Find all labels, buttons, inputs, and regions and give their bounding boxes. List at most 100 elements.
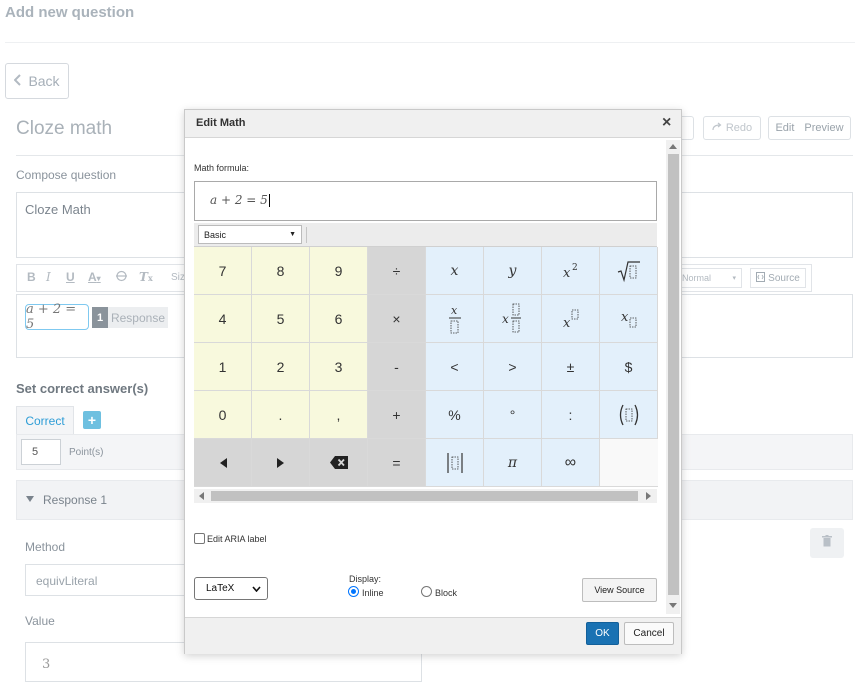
chevron-down-icon <box>252 585 261 592</box>
key-9[interactable]: 9 <box>310 247 368 295</box>
chevron-left-icon <box>14 73 22 89</box>
display-inline-radio[interactable] <box>348 586 359 597</box>
math-formula-label: Math formula: <box>194 163 250 173</box>
format-select-value: LaTeX <box>206 583 235 594</box>
exponent-box-icon[interactable]: x <box>542 295 600 343</box>
key-dot[interactable]: . <box>252 391 310 439</box>
palette-empty-cell <box>600 439 658 487</box>
dialog-vertical-scroll-thumb[interactable] <box>668 154 679 595</box>
page-title: Add new question <box>5 4 135 21</box>
key-y[interactable]: y <box>484 247 542 295</box>
subscript-icon[interactable]: x <box>600 295 658 343</box>
chevron-down-icon: ▼ <box>289 231 296 238</box>
svg-text:x: x <box>502 312 509 326</box>
delete-response-button[interactable] <box>810 528 844 558</box>
ok-button[interactable]: OK <box>586 622 619 645</box>
key-plus[interactable]: + <box>368 391 426 439</box>
tab-correct[interactable]: Correct <box>16 406 74 434</box>
key-equals[interactable]: = <box>368 439 426 487</box>
key-2[interactable]: 2 <box>252 343 310 391</box>
key-plus-minus[interactable]: ± <box>542 343 600 391</box>
svg-text:x: x <box>563 266 571 280</box>
display-block-radio[interactable] <box>421 586 432 597</box>
key-greater-than[interactable]: > <box>484 343 542 391</box>
scroll-left-icon[interactable] <box>199 492 204 500</box>
key-0[interactable]: 0 <box>194 391 252 439</box>
abs-icon[interactable] <box>426 439 484 487</box>
aria-label-checkbox[interactable] <box>194 533 205 544</box>
key-5[interactable]: 5 <box>252 295 310 343</box>
key-8[interactable]: 8 <box>252 247 310 295</box>
key-percent[interactable]: % <box>426 391 484 439</box>
edit-preview-toggle: Edit Preview <box>768 116 851 140</box>
response-box[interactable]: Response <box>108 307 168 328</box>
key-3[interactable]: 3 <box>310 343 368 391</box>
backspace-icon[interactable] <box>310 439 368 487</box>
palette-group-label: Basic <box>204 229 227 240</box>
edit-tab[interactable]: Edit <box>775 122 794 134</box>
key-x[interactable]: x <box>426 247 484 295</box>
math-input-chip[interactable]: a + 2 = 5 <box>25 302 89 332</box>
scroll-down-icon[interactable] <box>669 603 677 608</box>
paragraph-format-select[interactable]: Normal ▾ <box>676 268 742 288</box>
key-comma[interactable]: , <box>310 391 368 439</box>
scroll-right-icon[interactable] <box>646 492 651 500</box>
key-4[interactable]: 4 <box>194 295 252 343</box>
bold-icon[interactable]: B <box>27 270 36 284</box>
font-color-icon[interactable]: A▾ <box>88 270 101 284</box>
display-inline-label: Inline <box>362 588 384 598</box>
group-separator <box>306 227 307 243</box>
value-text: 3 <box>42 657 51 672</box>
source-button[interactable]: Source <box>750 268 806 288</box>
redo-button[interactable]: Redo <box>703 116 761 140</box>
palette-group-select[interactable]: Basic ▼ <box>198 225 302 244</box>
back-button[interactable]: Back <box>5 63 69 99</box>
key-1[interactable]: 1 <box>194 343 252 391</box>
redo-icon <box>712 122 722 134</box>
svg-text:x: x <box>563 316 571 330</box>
key-divide[interactable]: ÷ <box>368 247 426 295</box>
underline-icon[interactable]: U <box>66 270 75 284</box>
key-times[interactable]: × <box>368 295 426 343</box>
redo-label: Redo <box>725 122 753 134</box>
key-less-than[interactable]: < <box>426 343 484 391</box>
format-select[interactable]: LaTeX <box>194 577 268 600</box>
fraction-icon[interactable]: x <box>426 295 484 343</box>
math-formula-value: a + 2 = 5 <box>210 193 268 207</box>
radio-selected-dot <box>351 589 356 594</box>
method-select[interactable]: equivLiteral <box>25 564 195 596</box>
view-source-button[interactable]: View Source <box>582 578 657 602</box>
chevron-down-icon: ▾ <box>732 275 736 282</box>
arrow-right-icon[interactable] <box>252 439 310 487</box>
key-colon[interactable]: : <box>542 391 600 439</box>
italic-icon[interactable]: I <box>46 270 51 284</box>
arrow-left-icon[interactable] <box>194 439 252 487</box>
mixed-fraction-icon[interactable]: x <box>484 295 542 343</box>
key-degree[interactable]: ° <box>484 391 542 439</box>
scroll-up-icon[interactable] <box>669 144 677 149</box>
clear-format-icon[interactable]: Tx <box>139 270 153 284</box>
key-infinity[interactable]: ∞ <box>542 439 600 487</box>
key-7[interactable]: 7 <box>194 247 252 295</box>
preview-tab[interactable]: Preview <box>804 122 843 134</box>
palette-scroll-thumb[interactable] <box>211 491 638 501</box>
font-size-select[interactable]: Siz <box>171 272 185 283</box>
key-minus[interactable]: - <box>368 343 426 391</box>
response-number-badge: 1 <box>92 307 108 328</box>
add-alternate-button[interactable]: + <box>83 411 101 429</box>
strike-icon[interactable] <box>115 270 128 285</box>
power-icon[interactable]: x2 <box>542 247 600 295</box>
sqrt-icon[interactable] <box>600 247 658 295</box>
aria-label-text: Edit ARIA label <box>207 534 267 544</box>
key-6[interactable]: 6 <box>310 295 368 343</box>
parentheses-icon[interactable] <box>600 391 658 439</box>
svg-text:2: 2 <box>572 263 578 273</box>
svg-text:x: x <box>621 310 629 325</box>
close-icon[interactable]: × <box>662 113 671 133</box>
points-input[interactable]: 5 <box>21 439 61 465</box>
key-pi[interactable]: π <box>484 439 542 487</box>
cancel-button[interactable]: Cancel <box>624 622 674 645</box>
response-1-title: Response 1 <box>43 493 108 507</box>
set-correct-heading: Set correct answer(s) <box>16 381 149 396</box>
key-dollar[interactable]: $ <box>600 343 658 391</box>
